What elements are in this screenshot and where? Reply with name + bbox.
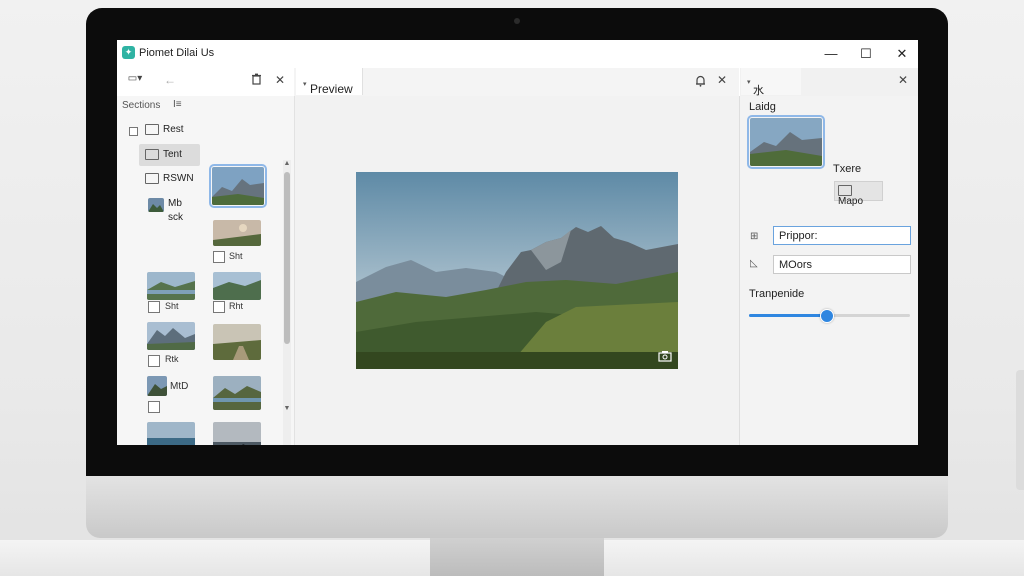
- side-object: [1016, 370, 1024, 490]
- photo-thumbnail[interactable]: [148, 198, 164, 212]
- thumbnail-caption: Rht: [229, 301, 244, 311]
- scrollbar-thumb[interactable]: [284, 172, 290, 344]
- app-window: ✦ Piomet Dilai Us — ☐ ✕ ▭▾ ← ✕ ✕ Preview…: [117, 40, 918, 445]
- tab-preview-label: Preview: [310, 82, 353, 96]
- text-field-icon: ⊞: [750, 231, 759, 242]
- camera-dot: [514, 18, 520, 24]
- close-properties-icon[interactable]: ✕: [895, 73, 911, 87]
- thumbnail-caption: Rtk: [165, 354, 179, 364]
- layer-thumbnail[interactable]: [747, 115, 825, 169]
- photo-thumbnail[interactable]: [147, 376, 167, 396]
- tree-item-sck[interactable]: sck: [168, 212, 183, 223]
- sort-icon[interactable]: I≡: [173, 99, 182, 110]
- photo-thumbnail[interactable]: [147, 422, 195, 445]
- preview-image[interactable]: [356, 172, 678, 369]
- section-label: Laidg: [749, 101, 776, 113]
- back-arrow-icon[interactable]: ←: [162, 73, 178, 87]
- chevron-down-icon: ▾: [303, 81, 307, 88]
- close-icon[interactable]: ✕: [272, 73, 288, 87]
- slider-handle[interactable]: [820, 309, 835, 323]
- tree-item-label: RSWN: [163, 173, 194, 185]
- left-toolbar: ▭▾ ← ✕: [117, 68, 294, 97]
- tree-item-label: Rest: [163, 124, 184, 136]
- photo-thumbnail[interactable]: [213, 272, 261, 300]
- folder-icon: [145, 149, 159, 160]
- window-title: Piomet Dilai Us: [139, 47, 215, 59]
- minimize-button[interactable]: —: [820, 44, 842, 64]
- thumbnail-caption: Sht: [165, 301, 179, 311]
- tree-item-tent[interactable]: Tent: [145, 149, 182, 160]
- mapo-button[interactable]: Mapo: [834, 181, 883, 207]
- photo-thumbnail[interactable]: [147, 272, 195, 300]
- tree-item-rest[interactable]: Rest: [145, 124, 184, 135]
- thumbnail-caption: Sht: [229, 251, 243, 261]
- tab-properties[interactable]: 水DEP ▾: [741, 68, 801, 110]
- close-window-button[interactable]: ✕: [891, 44, 913, 64]
- thumbnail-checkbox[interactable]: [148, 301, 160, 313]
- transparency-slider[interactable]: [749, 309, 910, 323]
- sections-panel: Sections I≡ Rest Tent RSWN Mb sck Sht Rt…: [117, 96, 295, 445]
- monitor-chin: [86, 476, 948, 538]
- thumbnail-checkbox[interactable]: [148, 355, 160, 367]
- tree-item-mb[interactable]: Mb: [168, 198, 182, 209]
- slider-fill: [749, 314, 827, 317]
- scroll-down-icon[interactable]: ▼: [283, 405, 291, 412]
- folder-icon: [838, 185, 852, 196]
- mapo-button-label: Mapo: [838, 196, 864, 208]
- photo-thumbnail-selected[interactable]: [209, 164, 267, 208]
- property-field-1[interactable]: Prippor:: [773, 226, 911, 245]
- thumbnail-scrollbar[interactable]: ▲ ▼: [283, 160, 291, 445]
- thumbnail-checkbox[interactable]: [213, 301, 225, 313]
- monitor-stand: [430, 538, 604, 576]
- app-logo-icon: ✦: [122, 46, 135, 59]
- tab-preview[interactable]: Preview ▾: [296, 68, 363, 96]
- bell-icon[interactable]: [692, 75, 708, 90]
- photo-thumbnail[interactable]: [147, 322, 195, 350]
- thumbnail-title: Txere: [833, 163, 862, 175]
- tree-item-label: Tent: [163, 149, 182, 161]
- trash-icon[interactable]: [248, 73, 264, 88]
- slider-label: Tranpenide: [749, 288, 805, 300]
- folder-icon: [145, 124, 159, 135]
- title-bar: ✦ Piomet Dilai Us — ☐ ✕: [117, 40, 918, 68]
- preview-canvas: [295, 96, 739, 445]
- tree-item-rswn[interactable]: RSWN: [145, 173, 194, 184]
- camera-frame-icon[interactable]: [658, 350, 672, 365]
- photo-thumbnail[interactable]: [213, 324, 261, 360]
- photo-thumbnail[interactable]: [213, 220, 261, 246]
- style-field-icon: ◺: [750, 258, 758, 269]
- close-preview-icon[interactable]: ✕: [714, 73, 730, 87]
- properties-panel: Laidg Txere Mapo ⊞ Prippor: ◺ MOors Tran…: [739, 96, 918, 445]
- thumbnail-checkbox[interactable]: [148, 401, 160, 413]
- photo-thumbnail[interactable]: [213, 422, 261, 445]
- sections-label: Sections: [122, 100, 161, 111]
- chevron-down-icon: ▾: [747, 79, 751, 86]
- tree-checkbox[interactable]: [129, 127, 138, 136]
- thumbnail-caption: MtD: [170, 381, 189, 392]
- photo-thumbnail[interactable]: [213, 376, 261, 410]
- scroll-up-icon[interactable]: ▲: [283, 160, 291, 167]
- thumbnail-checkbox[interactable]: [213, 251, 225, 263]
- panel-icon[interactable]: ▭▾: [122, 73, 148, 84]
- folder-icon: [145, 173, 159, 184]
- property-field-2[interactable]: MOors: [773, 255, 911, 274]
- maximize-button[interactable]: ☐: [855, 44, 877, 64]
